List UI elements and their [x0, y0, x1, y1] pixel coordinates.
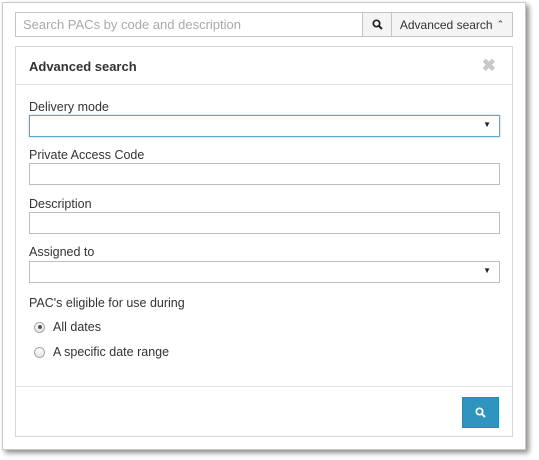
submit-search-button[interactable] — [462, 397, 499, 428]
private-access-code-field[interactable] — [29, 163, 500, 185]
radio-unchecked-icon[interactable] — [34, 346, 45, 358]
dropdown-arrow-icon: ▼ — [483, 266, 491, 275]
description-field[interactable] — [29, 212, 500, 234]
search-input[interactable] — [15, 12, 362, 37]
assigned-to-select[interactable]: ▼ — [29, 261, 500, 283]
private-access-code-label: Private Access Code — [29, 148, 145, 162]
description-label: Description — [29, 197, 92, 211]
radio-specific-date-range[interactable]: A specific date range — [34, 345, 169, 359]
window-frame: Advanced search ⌃ Advanced search ✖ Deli… — [2, 2, 526, 450]
radio-specific-date-range-label: A specific date range — [53, 345, 170, 359]
assigned-to-label: Assigned to — [29, 245, 95, 259]
panel-header: Advanced search ✖ — [16, 47, 512, 85]
magnifier-icon — [475, 407, 486, 418]
close-icon[interactable]: ✖ — [482, 57, 496, 74]
panel-title: Advanced search — [29, 59, 137, 74]
magnifier-icon — [371, 19, 383, 30]
radio-checked-icon[interactable] — [34, 321, 45, 333]
dropdown-arrow-icon: ▼ — [483, 120, 491, 129]
chevron-up-icon: ⌃ — [496, 19, 505, 29]
advanced-search-label: Advanced search — [399, 17, 493, 32]
delivery-mode-label: Delivery mode — [29, 100, 109, 114]
panel-footer — [16, 386, 512, 437]
advanced-search-panel: Advanced search ✖ Delivery mode ▼ Privat… — [15, 46, 513, 437]
radio-all-dates-label: All dates — [53, 320, 101, 334]
search-button[interactable] — [362, 12, 392, 37]
advanced-search-toggle[interactable]: Advanced search ⌃ — [391, 12, 513, 37]
eligibility-label: PAC's eligible for use during — [29, 296, 185, 310]
delivery-mode-select[interactable]: ▼ — [29, 115, 500, 137]
radio-all-dates[interactable]: All dates — [34, 320, 101, 334]
